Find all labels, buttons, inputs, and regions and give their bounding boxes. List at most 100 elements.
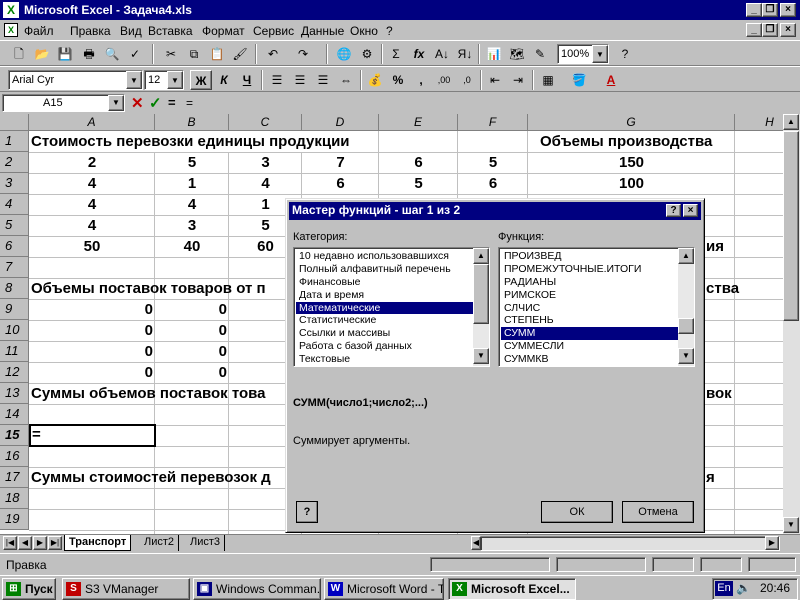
function-item[interactable]: ПРОМЕЖУТОЧНЫЕ.ИТОГИ bbox=[501, 263, 679, 276]
taskbar-item-s3[interactable]: S S3 VManager bbox=[62, 578, 190, 600]
function-wizard-icon[interactable]: fx bbox=[408, 44, 430, 64]
new-icon[interactable]: 🗋 bbox=[8, 44, 30, 64]
format-painter-icon[interactable]: 🖌 bbox=[229, 44, 251, 64]
chevron-down-icon[interactable]: ▼ bbox=[592, 45, 608, 63]
clock[interactable]: 20:46 bbox=[760, 581, 790, 595]
undo-icon[interactable]: ↶ bbox=[262, 44, 284, 64]
category-listbox[interactable]: 10 недавно использовавшихся Полный алфави… bbox=[293, 247, 490, 367]
category-item[interactable]: Текстовые bbox=[296, 353, 474, 366]
name-box[interactable]: A15 ▼ bbox=[2, 94, 125, 112]
drawing-icon[interactable]: ✎ bbox=[529, 44, 551, 64]
scroll-thumb[interactable] bbox=[678, 318, 694, 334]
edit-formula-button[interactable]: = bbox=[168, 95, 176, 110]
taskbar-item-word[interactable]: W Microsoft Word - T... bbox=[324, 578, 444, 600]
scroll-down-icon[interactable]: ▼ bbox=[783, 517, 799, 533]
cell-b3[interactable]: 1 bbox=[155, 173, 229, 194]
formula-content[interactable]: = bbox=[186, 96, 193, 110]
scroll-down-icon[interactable]: ▼ bbox=[678, 348, 694, 364]
row-header-14[interactable]: 14 bbox=[0, 404, 29, 425]
category-item[interactable]: Дата и время bbox=[296, 289, 474, 302]
merge-center-icon[interactable]: ⇔ bbox=[335, 70, 357, 90]
menu-data[interactable]: Данные bbox=[301, 24, 344, 38]
function-item[interactable]: РИМСКОЕ bbox=[501, 289, 679, 302]
cell-b11[interactable]: 0 bbox=[155, 341, 227, 362]
next-sheet-icon[interactable]: ▶ bbox=[33, 536, 47, 550]
row-header-3[interactable]: 3 bbox=[0, 173, 29, 194]
row-header-17[interactable]: 17 bbox=[0, 467, 29, 488]
open-icon[interactable]: 📂 bbox=[31, 44, 53, 64]
sort-descending-icon[interactable]: Я↓ bbox=[454, 44, 476, 64]
row-header-19[interactable]: 19 bbox=[0, 509, 29, 530]
cell-d2[interactable]: 7 bbox=[302, 152, 379, 173]
scroll-up-icon[interactable]: ▲ bbox=[678, 248, 694, 264]
row-header-12[interactable]: 12 bbox=[0, 362, 29, 383]
align-center-icon[interactable]: ☰ bbox=[289, 70, 311, 90]
sheet-tab-transport[interactable]: Транспорт bbox=[64, 535, 132, 551]
category-item[interactable]: Ссылки и массивы bbox=[296, 327, 474, 340]
redo-icon[interactable]: ↷ bbox=[292, 44, 314, 64]
cancel-button[interactable]: Отмена bbox=[622, 501, 694, 523]
increase-indent-icon[interactable]: ⇥ bbox=[507, 70, 529, 90]
align-left-icon[interactable]: ☰ bbox=[266, 70, 288, 90]
paste-icon[interactable]: 📋 bbox=[206, 44, 228, 64]
chevron-down-icon[interactable]: ▼ bbox=[167, 71, 183, 89]
save-icon[interactable]: 💾 bbox=[54, 44, 76, 64]
cancel-edit-icon[interactable]: ✕ bbox=[131, 94, 144, 112]
scroll-up-icon[interactable]: ▲ bbox=[473, 248, 489, 264]
menu-file[interactable]: Файл bbox=[24, 24, 54, 38]
function-item[interactable]: СУММ bbox=[501, 327, 679, 341]
menu-insert[interactable]: Вставка bbox=[148, 24, 193, 38]
col-header-d[interactable]: D bbox=[302, 114, 379, 131]
prev-sheet-icon[interactable]: ◀ bbox=[18, 536, 32, 550]
chevron-down-icon[interactable]: ▼ bbox=[108, 95, 124, 111]
cell-a5[interactable]: 4 bbox=[29, 215, 155, 236]
web-toolbar-icon[interactable]: ⚙ bbox=[356, 44, 378, 64]
cell-g2[interactable]: 150 bbox=[528, 152, 735, 173]
cell-a3[interactable]: 4 bbox=[29, 173, 155, 194]
row-header-18[interactable]: 18 bbox=[0, 488, 29, 509]
row-header-15[interactable]: 15 bbox=[0, 425, 29, 446]
col-header-g[interactable]: G bbox=[528, 114, 735, 131]
col-header-h[interactable]: H bbox=[735, 114, 783, 131]
align-right-icon[interactable]: ☰ bbox=[312, 70, 334, 90]
office-assistant-button[interactable]: ? bbox=[296, 501, 318, 523]
print-preview-icon[interactable]: 🔍 bbox=[101, 44, 123, 64]
language-indicator[interactable]: En bbox=[715, 581, 733, 596]
autosum-icon[interactable]: Σ bbox=[385, 44, 407, 64]
cell-e2[interactable]: 6 bbox=[379, 152, 458, 173]
taskbar-item-windows-commander[interactable]: ▣ Windows Comman... bbox=[193, 578, 321, 600]
select-all-corner[interactable] bbox=[0, 114, 29, 131]
excel-app-icon[interactable]: X bbox=[3, 2, 19, 18]
horizontal-scrollbar[interactable] bbox=[480, 536, 780, 551]
col-header-f[interactable]: F bbox=[458, 114, 528, 131]
cell-c3[interactable]: 4 bbox=[229, 173, 302, 194]
cell-g13[interactable]: вок bbox=[706, 383, 732, 404]
category-scrollbar[interactable]: ▲ ▼ bbox=[473, 248, 489, 366]
chart-wizard-icon[interactable]: 📊 bbox=[483, 44, 505, 64]
close-button[interactable]: × bbox=[780, 3, 796, 17]
increase-decimal-icon[interactable]: ,00 bbox=[433, 70, 455, 90]
cell-a10[interactable]: 0 bbox=[29, 320, 153, 341]
cell-a11[interactable]: 0 bbox=[29, 341, 153, 362]
start-button[interactable]: ⊞ Пуск bbox=[2, 578, 56, 600]
row-header-13[interactable]: 13 bbox=[0, 383, 29, 404]
cell-a9[interactable]: 0 bbox=[29, 299, 153, 320]
document-icon[interactable]: X bbox=[4, 23, 18, 37]
scroll-left-icon[interactable]: ◀ bbox=[471, 536, 481, 550]
last-sheet-icon[interactable]: ▶| bbox=[48, 536, 62, 550]
scroll-right-icon[interactable]: ▶ bbox=[765, 536, 779, 550]
cell-b12[interactable]: 0 bbox=[155, 362, 227, 383]
col-header-c[interactable]: C bbox=[229, 114, 302, 131]
row-header-8[interactable]: 8 bbox=[0, 278, 29, 299]
cell-a2[interactable]: 2 bbox=[29, 152, 155, 173]
speaker-icon[interactable]: 🔈 bbox=[736, 581, 751, 595]
scroll-down-icon[interactable]: ▼ bbox=[473, 348, 489, 364]
cell-g17[interactable]: я bbox=[706, 467, 715, 488]
sort-ascending-icon[interactable]: A↓ bbox=[431, 44, 453, 64]
function-item[interactable]: СУММЕСЛИ bbox=[501, 340, 679, 353]
cell-g3[interactable]: 100 bbox=[528, 173, 735, 194]
category-item[interactable]: Работа с базой данных bbox=[296, 340, 474, 353]
scroll-thumb[interactable] bbox=[473, 264, 489, 324]
fill-color-icon[interactable]: 🪣 bbox=[568, 70, 590, 90]
comma-button[interactable]: , bbox=[410, 70, 432, 90]
